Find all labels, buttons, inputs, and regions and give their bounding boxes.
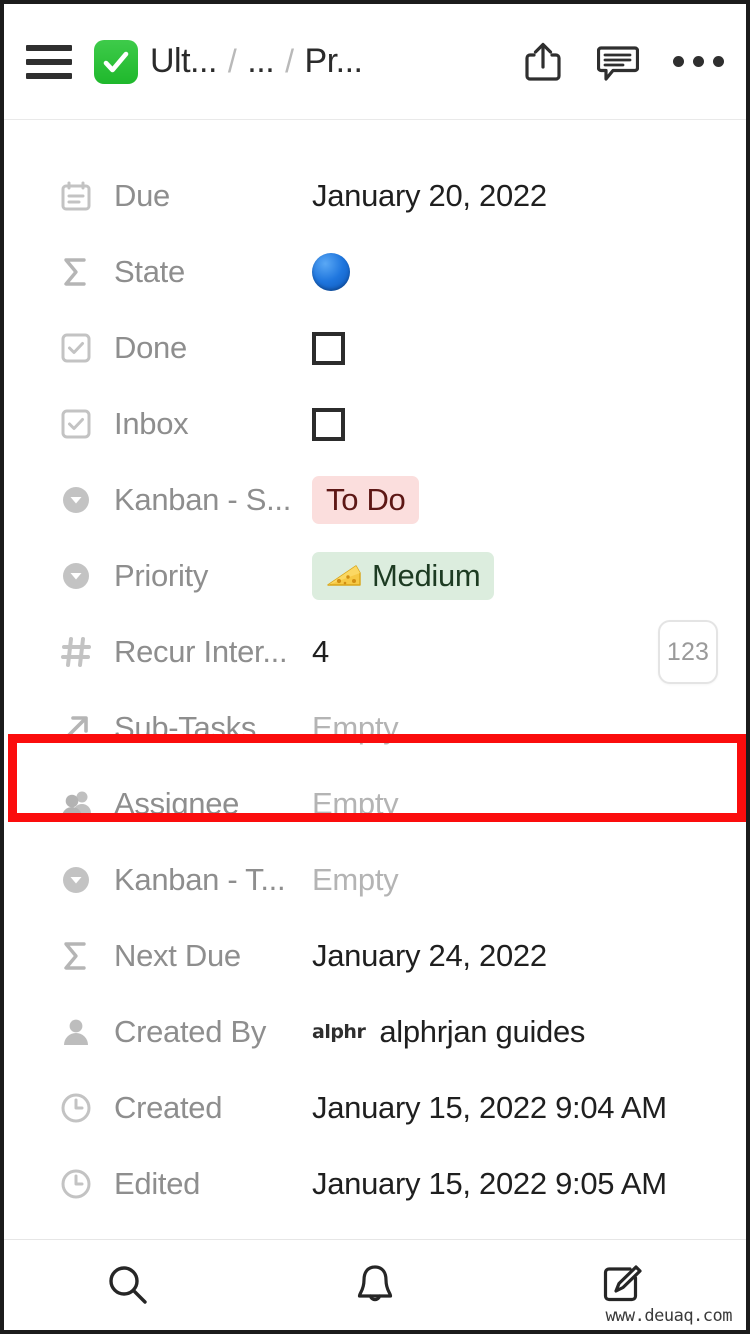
bottom-navigation-bar: www.deuaq.com: [4, 1239, 746, 1330]
green-checkmark-app-icon[interactable]: [94, 39, 138, 84]
clock-icon: [60, 1168, 100, 1200]
people-icon: [60, 788, 100, 820]
property-label: Created By: [114, 1014, 267, 1049]
checkbox-property-icon: [60, 408, 100, 440]
property-value[interactable]: Medium: [312, 551, 724, 601]
property-label: Next Due: [114, 938, 241, 973]
search-icon[interactable]: [4, 1262, 251, 1308]
property-row-due[interactable]: Due January 20, 2022: [4, 158, 746, 234]
property-value[interactable]: Empty: [312, 862, 724, 898]
property-row-priority[interactable]: Priority Medium: [4, 538, 746, 614]
property-label: Edited: [114, 1166, 201, 1201]
property-value[interactable]: Empty: [312, 786, 724, 822]
property-value: January 15, 2022 9:05 AM: [312, 1166, 667, 1201]
property-row-next-due[interactable]: Next Due January 24, 2022: [4, 918, 746, 994]
formula-sigma-icon: [60, 256, 100, 288]
site-watermark: www.deuaq.com: [605, 1306, 732, 1326]
relation-arrow-icon: [60, 712, 100, 744]
breadcrumb-item-2[interactable]: Pr...: [305, 42, 363, 81]
property-label: Assignee: [114, 786, 240, 821]
notifications-bell-icon[interactable]: [251, 1262, 498, 1308]
blue-circle-emoji: [312, 253, 350, 291]
header-actions: [523, 40, 724, 84]
app-header: Ult... / ... / Pr...: [4, 4, 746, 120]
phone-screen: Ult... / ... / Pr... Due January 20, 202…: [0, 0, 750, 1334]
property-value[interactable]: [312, 331, 724, 365]
property-value: January 15, 2022 9:04 AM: [312, 1090, 667, 1125]
select-chevron-icon: [60, 484, 100, 516]
number-hash-icon: [60, 636, 100, 668]
property-label: Sub-Tasks: [114, 710, 257, 745]
property-label: Due: [114, 178, 170, 213]
property-label: Done: [114, 330, 187, 365]
property-label: State: [114, 254, 185, 289]
breadcrumb-separator-1: /: [285, 43, 294, 79]
property-value[interactable]: January 24, 2022: [312, 938, 724, 974]
property-row-sub-tasks[interactable]: Sub-Tasks Empty: [4, 690, 746, 766]
numeric-keyboard-badge[interactable]: 123: [658, 620, 718, 684]
property-value[interactable]: [312, 407, 724, 441]
date-icon: [60, 180, 100, 212]
compose-new-page-icon[interactable]: [499, 1262, 746, 1308]
select-chevron-icon: [60, 560, 100, 592]
property-row-inbox[interactable]: Inbox: [4, 386, 746, 462]
formula-sigma-icon: [60, 940, 100, 972]
breadcrumb[interactable]: Ult... / ... / Pr...: [150, 42, 509, 81]
property-row-recur-interval[interactable]: Recur Inter... 4 123: [4, 614, 746, 690]
breadcrumb-separator-0: /: [227, 43, 237, 79]
property-row-edited[interactable]: Edited January 15, 2022 9:05 AM: [4, 1146, 746, 1222]
property-label: Kanban - S...: [114, 482, 292, 517]
property-value[interactable]: To Do: [312, 475, 724, 525]
checkbox-property-icon: [60, 332, 100, 364]
created-by-name: alphrjan guides: [379, 1014, 586, 1049]
property-row-state[interactable]: State: [4, 234, 746, 310]
property-row-created[interactable]: Created January 15, 2022 9:04 AM: [4, 1070, 746, 1146]
avatar: alphr: [312, 1017, 366, 1047]
breadcrumb-item-1[interactable]: ...: [247, 42, 274, 81]
priority-badge-label: Medium: [372, 557, 481, 593]
property-row-done[interactable]: Done: [4, 310, 746, 386]
property-row-kanban-type[interactable]: Kanban - T... Empty: [4, 842, 746, 918]
select-chevron-icon: [60, 864, 100, 896]
property-label: Priority: [114, 558, 209, 593]
property-value[interactable]: [312, 253, 724, 291]
more-options-icon[interactable]: [673, 56, 724, 67]
checkbox-done[interactable]: [312, 331, 345, 365]
property-value[interactable]: January 20, 2022: [312, 178, 724, 214]
property-row-start[interactable]: Start Empty: [4, 120, 746, 158]
share-icon[interactable]: [523, 40, 563, 84]
property-value[interactable]: Empty: [312, 710, 724, 746]
property-list[interactable]: Start Empty Due January 20, 2022 Sta: [4, 120, 746, 1239]
property-row-kanban-status[interactable]: Kanban - S... To Do: [4, 462, 746, 538]
property-label: Kanban - T...: [114, 862, 286, 897]
comment-icon[interactable]: [597, 40, 639, 84]
avatar-wordmark-text: alphr: [312, 1020, 366, 1043]
property-row-created-by[interactable]: Created By alphr alphrjan guides: [4, 994, 746, 1070]
hamburger-menu-icon[interactable]: [26, 44, 72, 79]
priority-badge[interactable]: Medium: [312, 551, 495, 601]
breadcrumb-item-0[interactable]: Ult...: [150, 42, 217, 81]
property-label: Inbox: [114, 406, 189, 441]
property-value[interactable]: alphr alphrjan guides: [312, 1014, 724, 1050]
property-row-assignee[interactable]: Assignee Empty: [4, 766, 746, 842]
clock-icon: [60, 1092, 100, 1124]
checkbox-inbox[interactable]: [312, 407, 345, 441]
person-icon: [60, 1016, 100, 1048]
property-label: Recur Inter...: [114, 634, 288, 669]
status-badge[interactable]: To Do: [312, 475, 420, 525]
cheese-emoji: [326, 561, 362, 591]
property-label: Created: [114, 1090, 223, 1125]
